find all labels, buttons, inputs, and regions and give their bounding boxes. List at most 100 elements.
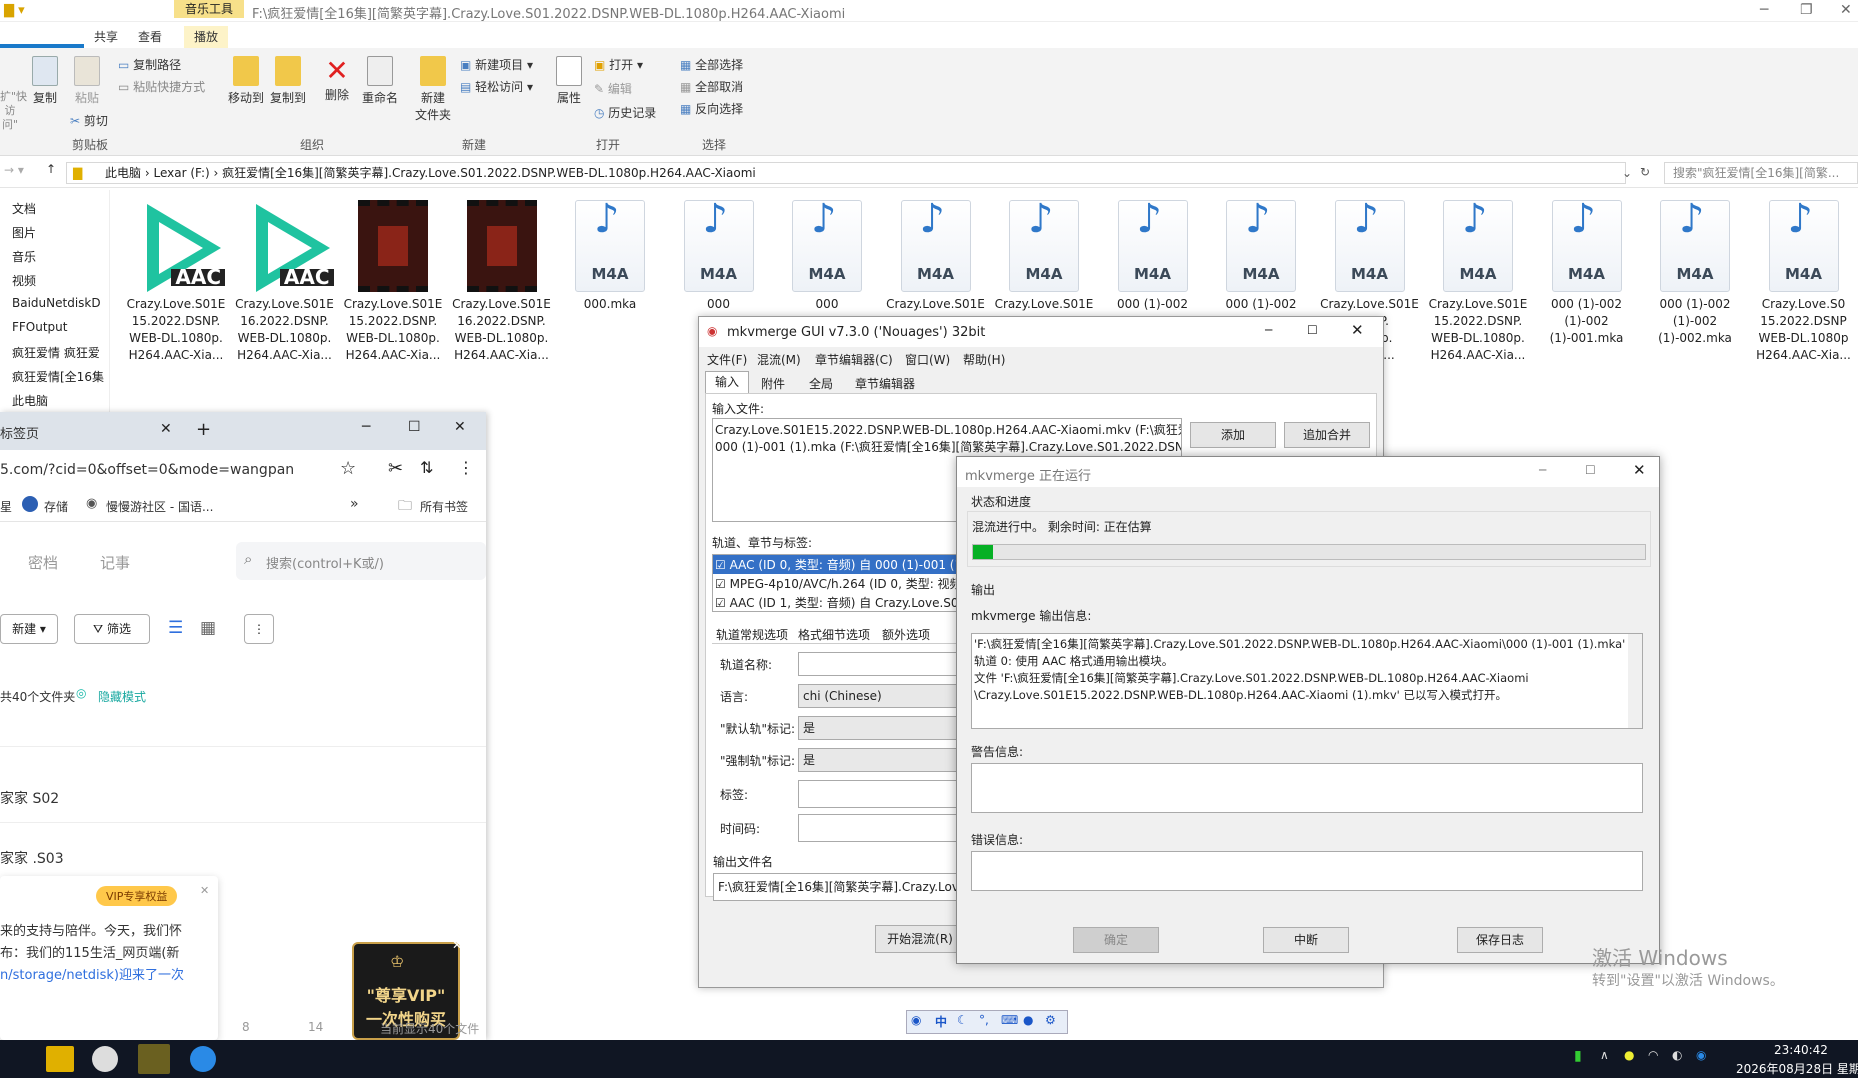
- cut-button[interactable]: ✂ 剪切: [70, 112, 108, 129]
- mkvmerge-output-text[interactable]: 'F:\疯狂爱情[全16集][简繁英字幕].Crazy.Love.S01.202…: [971, 633, 1643, 729]
- file-item[interactable]: Crazy.Love.S01E 15.2022.DSNP. WEB-DL.108…: [341, 200, 445, 364]
- copy-path-button[interactable]: ▭ 复制路径: [118, 56, 181, 73]
- track-item[interactable]: ☑ AAC (ID 1, 类型: 音频) 自 Crazy.Love.S0: [713, 593, 961, 611]
- browser-taskbar-icon[interactable]: [190, 1046, 216, 1072]
- gear-icon[interactable]: ⚙: [1045, 1013, 1056, 1027]
- new-tab-icon[interactable]: +: [196, 419, 211, 440]
- bookmark-partial[interactable]: 星: [0, 498, 12, 515]
- file-item[interactable]: AAC Crazy.Love.S01E 15.2022.DSNP. WEB-DL.…: [124, 200, 228, 364]
- pager-next-number[interactable]: 14: [308, 1020, 323, 1034]
- browser-tab-title[interactable]: 标签页: [0, 423, 39, 442]
- tab-view[interactable]: 查看: [128, 26, 172, 48]
- address-path[interactable]: ▇ 此电脑 › Lexar (F:) › 疯狂爱情[全16集][简繁英字幕].C…: [66, 162, 1626, 184]
- sort-arrows-icon[interactable]: ⇅: [420, 458, 433, 477]
- start-muxing-button[interactable]: 开始混流(R): [875, 925, 965, 953]
- tab-chapter-editor[interactable]: 章节编辑器: [855, 375, 915, 392]
- scissors-icon[interactable]: ✂: [388, 458, 403, 479]
- nav-tab-vault[interactable]: 密档: [28, 552, 58, 573]
- nav-item[interactable]: 文档: [12, 200, 36, 217]
- battery-icon[interactable]: ▮: [1574, 1048, 1582, 1064]
- paste-button[interactable]: 粘贴: [70, 56, 104, 106]
- wifi-icon[interactable]: ◠: [1648, 1048, 1658, 1062]
- minimize-icon[interactable]: ─: [1539, 463, 1546, 477]
- select-all-button[interactable]: ▦ 全部选择: [680, 56, 743, 73]
- tags-input[interactable]: [798, 780, 958, 808]
- track-name-input[interactable]: [798, 652, 958, 676]
- default-flag-select[interactable]: 是: [798, 716, 958, 740]
- mkvmerge-taskbar-icon[interactable]: [138, 1044, 170, 1074]
- nav-item[interactable]: 疯狂爱情[全16集: [12, 368, 104, 385]
- ime-chinese-mode[interactable]: 中: [935, 1013, 947, 1030]
- folder-row-s03[interactable]: 家家 .S03: [0, 848, 64, 868]
- file-item[interactable]: ♪ M4A Crazy.Love.S01E: [992, 199, 1096, 313]
- bookmark-storage[interactable]: 存储: [44, 498, 68, 515]
- netdisk-search-box[interactable]: ⌕ 搜索(control+K或/): [236, 542, 486, 580]
- file-item[interactable]: ♪ M4A 000 (1)-002: [1209, 199, 1313, 313]
- url-input[interactable]: 5.com/?cid=0&offset=0&mode=wangpan: [0, 462, 294, 478]
- invert-selection-button[interactable]: ▦ 反向选择: [680, 100, 743, 117]
- up-arrow-icon[interactable]: ↑: [46, 162, 56, 176]
- save-log-button[interactable]: 保存日志: [1457, 927, 1543, 953]
- address-dropdown-icon[interactable]: ⌄: [1622, 166, 1632, 180]
- track-item[interactable]: ☑ MPEG-4p10/AVC/h.264 (ID 0, 类型: 视频: [713, 574, 961, 593]
- close-icon[interactable]: ✕: [454, 419, 466, 435]
- explorer-search-input[interactable]: 搜索"疯狂爱情[全16集][简繁...: [1664, 162, 1858, 184]
- close-icon[interactable]: ✕: [1633, 461, 1646, 479]
- menu-help[interactable]: 帮助(H): [963, 351, 1005, 368]
- refresh-icon[interactable]: ↻: [1640, 165, 1650, 179]
- warning-text[interactable]: [971, 763, 1643, 813]
- tab-input[interactable]: 输入: [705, 371, 749, 393]
- minimize-icon[interactable]: ─: [1760, 2, 1768, 18]
- star-icon[interactable]: ☆: [340, 458, 356, 479]
- taskbar-time[interactable]: 23:40:42: [1774, 1043, 1828, 1057]
- pager-prev-number[interactable]: 8: [242, 1020, 250, 1034]
- nav-item[interactable]: 疯狂爱情 疯狂爱: [12, 344, 100, 361]
- nav-item[interactable]: 此电脑: [12, 392, 48, 409]
- music-tools-context-tab[interactable]: 音乐工具: [174, 0, 244, 18]
- maximize-icon[interactable]: ☐: [1307, 323, 1318, 337]
- new-folder-button[interactable]: 新建 文件夹: [412, 56, 454, 123]
- menu-mux[interactable]: 混流(M): [757, 351, 801, 368]
- checkbox-checked-icon[interactable]: ☑: [715, 596, 730, 610]
- pin-quick-access-button[interactable]: 扩"快 访问": [0, 90, 27, 132]
- nav-item[interactable]: 音乐: [12, 248, 36, 265]
- close-icon[interactable]: ✕: [1840, 2, 1852, 18]
- input-file-item[interactable]: 000 (1)-001 (1).mka (F:\疯狂爱情[全16集][简繁英字幕…: [715, 438, 1181, 455]
- taskbar-date[interactable]: 2026年08月28日 星期: [1736, 1060, 1858, 1077]
- forced-flag-select[interactable]: 是: [798, 748, 958, 772]
- menu-chapter-editor[interactable]: 章节编辑器(C): [815, 351, 893, 368]
- minimize-icon[interactable]: ─: [362, 419, 370, 435]
- folder-row-s02[interactable]: 家家 S02: [0, 788, 59, 808]
- popup-close-icon[interactable]: ✕: [200, 884, 209, 897]
- tab-attachments[interactable]: 附件: [761, 375, 785, 392]
- copy-button[interactable]: 复制: [28, 56, 62, 106]
- back-arrow-icon[interactable]: → ▾: [4, 163, 24, 177]
- punctuation-icon[interactable]: °,: [979, 1013, 989, 1027]
- add-button[interactable]: 添加: [1190, 422, 1276, 448]
- rename-button[interactable]: 重命名: [360, 56, 400, 106]
- paste-shortcut-button[interactable]: ▭ 粘贴快捷方式: [118, 78, 205, 95]
- keyboard-icon[interactable]: ⌨: [1001, 1013, 1018, 1027]
- tab-close-icon[interactable]: ✕: [160, 421, 172, 437]
- more-vert-icon[interactable]: ⋮: [458, 458, 474, 477]
- edit-button[interactable]: ✎ 编辑: [594, 80, 632, 97]
- checkbox-checked-icon[interactable]: ☑: [715, 558, 730, 572]
- tab-global[interactable]: 全局: [809, 375, 833, 392]
- address-segment-this-pc[interactable]: 此电脑: [105, 166, 141, 180]
- hidden-mode-toggle[interactable]: 隐藏模式: [98, 688, 146, 705]
- minimize-icon[interactable]: ─: [1265, 323, 1272, 337]
- nav-item[interactable]: BaiduNetdiskD: [12, 296, 101, 310]
- tab-general-options[interactable]: 轨道常规选项: [716, 626, 789, 643]
- output-scrollbar[interactable]: [1628, 634, 1642, 728]
- tracks-list[interactable]: ☑ AAC (ID 0, 类型: 音频) 自 000 (1)-001 (1 ☑ …: [712, 554, 962, 612]
- moon-icon[interactable]: ☾: [957, 1013, 968, 1027]
- properties-button[interactable]: 属性: [554, 56, 584, 106]
- media-player-taskbar-icon[interactable]: [92, 1046, 118, 1072]
- open-button[interactable]: ▣ 打开 ▾: [594, 56, 643, 73]
- tab-play[interactable]: 播放: [184, 26, 229, 48]
- file-item[interactable]: AAC Crazy.Love.S01E 16.2022.DSNP. WEB-DL.…: [233, 200, 337, 364]
- append-button[interactable]: 追加合并: [1284, 422, 1370, 448]
- file-item[interactable]: ♪ M4A 000: [667, 199, 771, 313]
- nav-item[interactable]: 视频: [12, 272, 36, 289]
- file-item[interactable]: ♪ M4A 000 (1)-002 (1)-002 (1)-002.mka: [1643, 199, 1747, 347]
